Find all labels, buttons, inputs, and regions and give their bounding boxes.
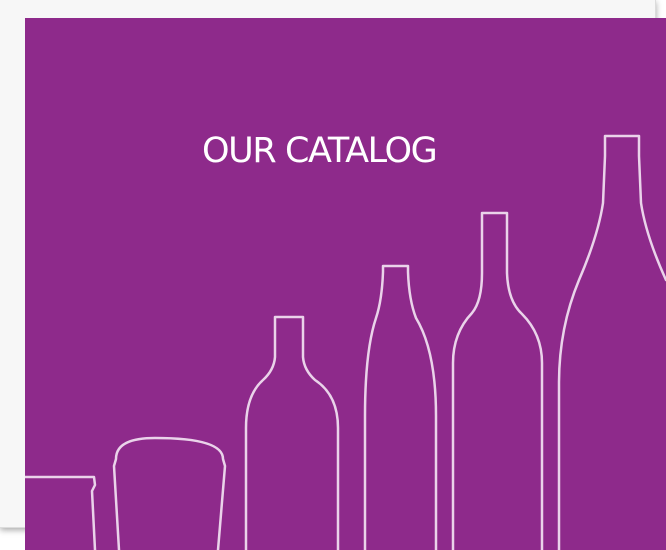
bottle-illustration bbox=[25, 134, 666, 550]
short-tumbler-icon bbox=[25, 475, 97, 550]
wide-bottle-icon bbox=[244, 315, 340, 550]
tall-glass-icon bbox=[112, 436, 227, 550]
wine-bottle-icon bbox=[451, 211, 544, 550]
slim-bottle-icon bbox=[363, 264, 438, 550]
tall-bottle-icon bbox=[557, 134, 666, 550]
catalog-banner[interactable]: OUR CATALOG bbox=[25, 18, 666, 550]
